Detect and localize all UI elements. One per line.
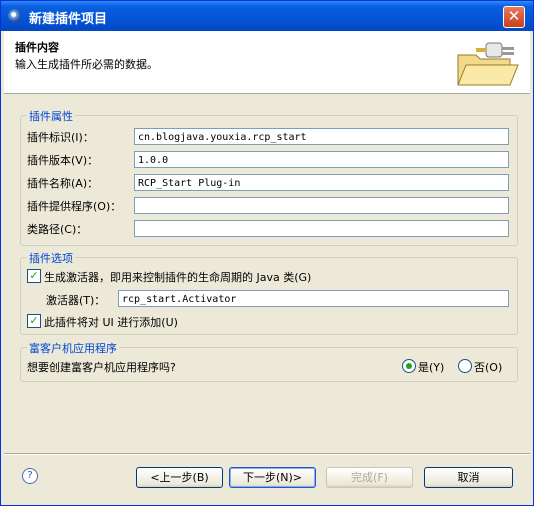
activator-input[interactable]: rcp_start.Activator [118, 290, 509, 307]
rich-client-yes-label: 是(Y) [418, 361, 445, 374]
generate-activator-checkbox[interactable]: ✓ [27, 269, 41, 283]
new-plugin-project-dialog: 新建插件项目 ✕ 插件内容 输入生成插件所必需的数据。 插件属性 插件标识(I)… [0, 0, 534, 506]
rich-client-legend: 富客户机应用程序 [27, 340, 119, 356]
back-button[interactable]: <上一步(B) [136, 467, 223, 488]
plugin-properties-legend: 插件属性 [27, 108, 75, 124]
window-title: 新建插件项目 [29, 12, 108, 27]
page-title: 插件内容 [15, 41, 59, 54]
plugin-options-legend: 插件选项 [27, 250, 75, 266]
wizard-header: 插件内容 输入生成插件所必需的数据。 [4, 31, 530, 94]
plugin-name-input[interactable]: RCP_Start Plug-in [134, 174, 509, 191]
plugin-properties-group: 插件属性 插件标识(I)： cn.blogjava.youxia.rcp_sta… [20, 108, 518, 246]
ui-contribution-checkbox[interactable]: ✓ [27, 314, 41, 328]
plugin-version-label: 插件版本(V)： [27, 154, 99, 167]
rich-client-no-radio[interactable] [458, 359, 472, 373]
wizard-body: 插件属性 插件标识(I)： cn.blogjava.youxia.rcp_sta… [20, 97, 518, 493]
activator-label: 激活器(T)： [46, 294, 106, 307]
plugin-options-group: 插件选项 ✓ 生成激活器，即用来控制插件的生命周期的 Java 类(G) 激活器… [20, 250, 518, 335]
classpath-input[interactable] [134, 220, 509, 237]
plugin-id-label: 插件标识(I)： [27, 131, 94, 144]
page-description: 输入生成插件所必需的数据。 [15, 58, 158, 71]
plugin-folder-icon [457, 42, 519, 86]
close-button[interactable]: ✕ [503, 6, 525, 28]
generate-activator-label: 生成激活器，即用来控制插件的生命周期的 Java 类(G) [44, 271, 312, 284]
finish-button[interactable]: 完成(F) [326, 467, 413, 488]
help-icon[interactable]: ? [22, 468, 38, 484]
rich-client-group: 富客户机应用程序 想要创建富客户机应用程序吗? 是(Y) 否(O) [20, 340, 518, 382]
footer-separator [4, 453, 530, 455]
plugin-name-label: 插件名称(A)： [27, 177, 99, 190]
rich-client-yes-radio[interactable] [402, 359, 416, 373]
title-bar[interactable]: 新建插件项目 ✕ [1, 1, 533, 31]
plugin-provider-input[interactable] [134, 197, 509, 214]
plugin-provider-label: 插件提供程序(O)： [27, 200, 122, 213]
classpath-label: 类路径(C)： [27, 223, 88, 236]
ui-contribution-label: 此插件将对 UI 进行添加(U) [44, 316, 178, 329]
plugin-version-input[interactable]: 1.0.0 [134, 151, 509, 168]
plugin-id-input[interactable]: cn.blogjava.youxia.rcp_start [134, 128, 509, 145]
eclipse-icon [8, 9, 22, 23]
cancel-button[interactable]: 取消 [424, 467, 513, 488]
next-button[interactable]: 下一步(N)> [229, 467, 316, 488]
rich-client-no-label: 否(O) [474, 361, 503, 374]
rich-client-question: 想要创建富客户机应用程序吗? [27, 361, 176, 374]
